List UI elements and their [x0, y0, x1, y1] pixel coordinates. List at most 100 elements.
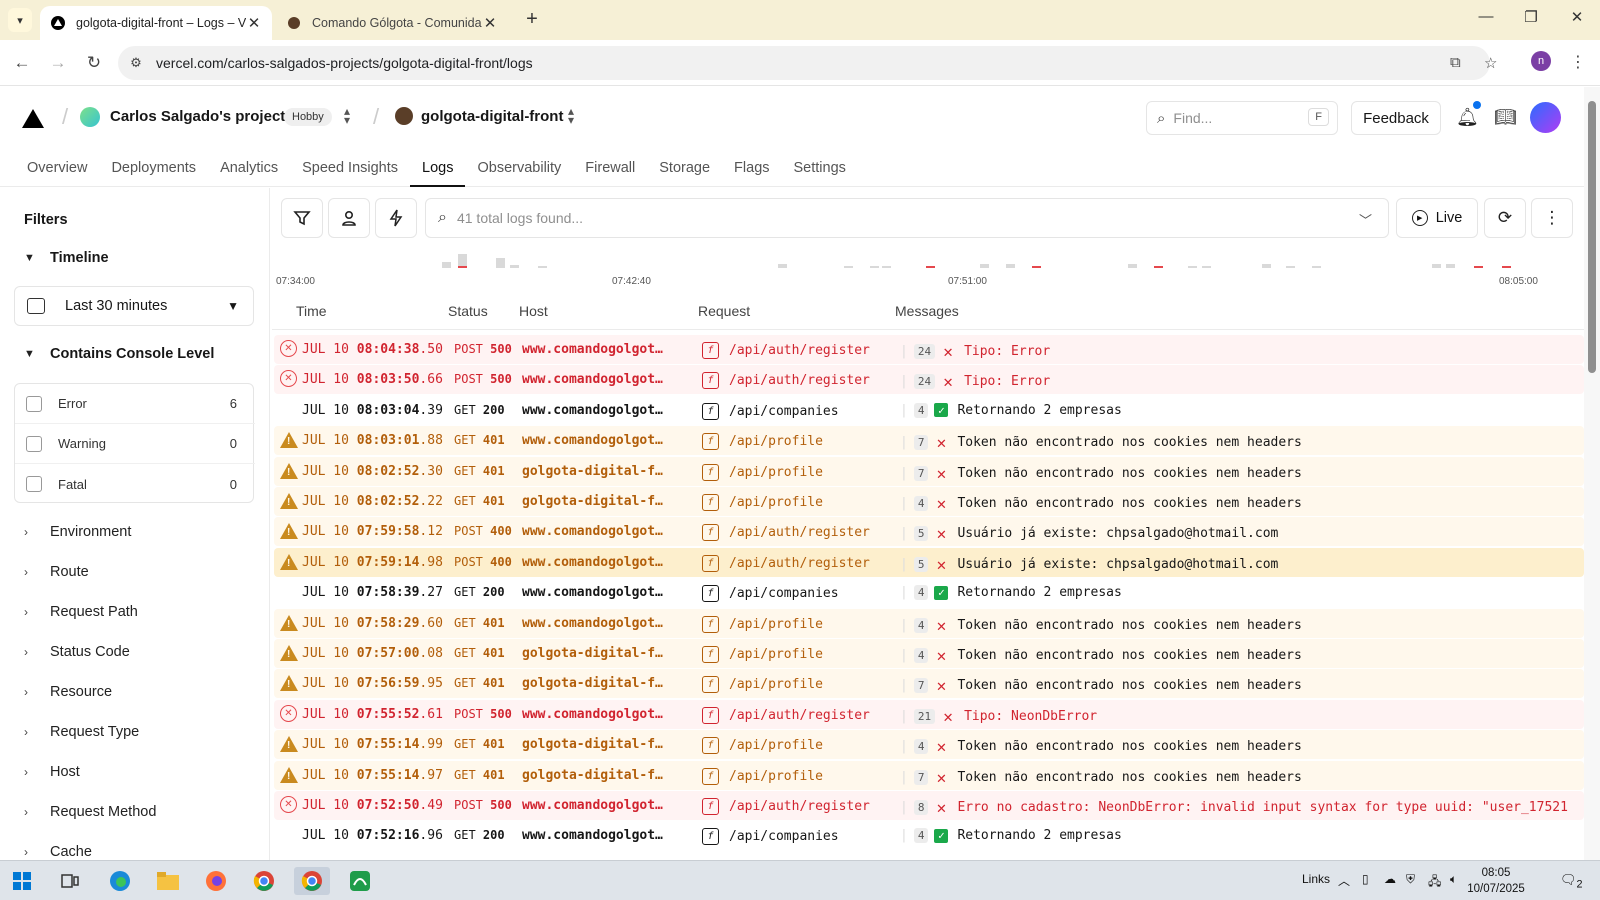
level-warning-option[interactable]: Warning 0 — [15, 424, 255, 464]
histogram-bar[interactable] — [1286, 266, 1295, 268]
user-avatar[interactable] — [1530, 102, 1561, 133]
profile-avatar[interactable]: n — [1531, 51, 1551, 71]
tab-speed-insights[interactable]: Speed Insights — [290, 153, 410, 187]
histogram-bar[interactable] — [1474, 266, 1483, 268]
vercel-logo-icon[interactable] — [22, 109, 44, 128]
reload-icon[interactable]: ↻ — [83, 52, 105, 74]
tab-flags[interactable]: Flags — [722, 153, 781, 187]
tab-analytics[interactable]: Analytics — [208, 153, 290, 187]
new-tab-icon[interactable]: + — [520, 8, 544, 31]
log-row[interactable]: ✕ JUL 10 07:55:52.61 POST 500 www.comandogo… — [274, 699, 1584, 729]
bookmark-star-icon[interactable]: ☆ — [1484, 54, 1497, 72]
filter-environment[interactable]: › Environment — [24, 524, 131, 540]
histogram-bar[interactable] — [1006, 264, 1015, 268]
log-row[interactable]: JUL 10 08:03:04.39 GET 200 www.comandogolg… — [274, 395, 1584, 425]
log-row[interactable]: JUL 10 07:57:00.08 GET 401 golgota-digital… — [274, 639, 1584, 668]
histogram-bar[interactable] — [1032, 266, 1041, 268]
histogram-bar[interactable] — [1312, 266, 1321, 268]
docs-book-icon[interactable]: 📖︎ — [1494, 107, 1517, 128]
histogram-bar[interactable] — [496, 258, 505, 268]
project-name[interactable]: golgota-digital-front — [421, 108, 563, 125]
team-name[interactable]: Carlos Salgado's projects — [110, 108, 294, 125]
notification-center-icon[interactable]: 🗨2 — [1560, 872, 1583, 891]
histogram-bar[interactable] — [1128, 264, 1137, 268]
log-row[interactable]: JUL 10 07:52:16.96 GET 200 www.comandogolg… — [274, 821, 1584, 851]
refresh-button[interactable]: ⟳ — [1484, 198, 1526, 238]
links-toolbar[interactable]: Links — [1302, 872, 1330, 886]
chrome-profile-n-icon[interactable] — [294, 867, 330, 895]
histogram-bar[interactable] — [1432, 264, 1441, 268]
histogram-bar[interactable] — [1202, 266, 1211, 268]
logs-timeline-histogram[interactable] — [282, 246, 1572, 286]
chevron-down-icon[interactable]: ﹀ — [1359, 210, 1372, 229]
log-row[interactable]: JUL 10 07:59:14.98 POST 400 www.comandogol… — [274, 547, 1584, 577]
tab-overview[interactable]: Overview — [15, 153, 99, 187]
histogram-bar[interactable] — [778, 264, 787, 268]
log-row[interactable]: JUL 10 08:03:01.88 GET 401 www.comandogolg… — [274, 426, 1584, 456]
timeline-select[interactable]: Last 30 minutes ▼ — [14, 286, 254, 326]
filter-host[interactable]: › Host — [24, 764, 80, 780]
find-input[interactable]: ⌕ Find... F — [1146, 101, 1338, 135]
checkbox[interactable] — [26, 435, 42, 452]
site-info-icon[interactable]: ⚙ — [126, 55, 146, 71]
show-hidden-icons-icon[interactable]: ︿ — [1338, 872, 1350, 889]
filter-route[interactable]: › Route — [24, 564, 89, 580]
log-row[interactable]: ✕ JUL 10 08:03:50.66 POST 500 www.comandogo… — [274, 365, 1584, 395]
tab-deployments[interactable]: Deployments — [99, 153, 208, 187]
histogram-bar[interactable] — [442, 262, 451, 268]
app-green-icon[interactable] — [342, 867, 378, 895]
checkbox[interactable] — [26, 476, 42, 492]
filter-request-method[interactable]: › Request Method — [24, 804, 156, 820]
log-row[interactable]: ✕ JUL 10 08:04:38.50 POST 500 www.comandogo… — [274, 335, 1584, 364]
histogram-bar[interactable] — [458, 254, 467, 268]
browser-tab-active[interactable]: golgota-digital-front – Logs – V ✕ — [40, 6, 272, 40]
onedrive-icon[interactable]: ☁ — [1384, 872, 1396, 886]
more-options-button[interactable]: ⋮ — [1531, 198, 1573, 238]
scrollbar-thumb[interactable] — [1588, 101, 1596, 373]
task-view-icon[interactable] — [52, 867, 88, 895]
level-fatal-option[interactable]: Fatal 0 — [15, 464, 255, 504]
address-bar[interactable]: ⚙ vercel.com/carlos-salgados-projects/go… — [118, 46, 1497, 80]
histogram-bar[interactable] — [882, 266, 891, 268]
histogram-bar[interactable] — [1502, 266, 1511, 268]
tab-search-chevron-icon[interactable]: ▾ — [8, 8, 32, 32]
histogram-bar[interactable] — [926, 266, 935, 268]
log-row[interactable]: JUL 10 07:58:29.60 GET 401 www.comandogolg… — [274, 608, 1584, 638]
tab-settings[interactable]: Settings — [782, 153, 858, 187]
functions-filter-button[interactable] — [375, 198, 417, 238]
level-error-option[interactable]: Error 6 — [15, 384, 255, 424]
restore-icon[interactable]: ❐ — [1516, 8, 1546, 26]
security-icon[interactable]: ⛨ — [1406, 872, 1415, 887]
tab-storage[interactable]: Storage — [647, 153, 722, 187]
system-clock[interactable]: 08:05 10/07/2025 — [1464, 865, 1528, 897]
histogram-bar[interactable] — [510, 265, 519, 268]
tab-firewall[interactable]: Firewall — [573, 153, 647, 187]
col-messages[interactable]: Messages — [895, 303, 959, 319]
team-switcher-icon[interactable]: ▴ ▾ — [341, 105, 353, 126]
timeline-section-toggle[interactable]: ▼ Timeline — [24, 250, 109, 266]
filter-request-path[interactable]: › Request Path — [24, 604, 138, 620]
log-row[interactable]: JUL 10 07:56:59.95 GET 401 golgota-digital… — [274, 669, 1584, 699]
page-scrollbar[interactable] — [1584, 87, 1600, 860]
histogram-bar[interactable] — [1262, 264, 1271, 268]
histogram-bar[interactable] — [980, 264, 989, 268]
browser-menu-icon[interactable]: ⋮ — [1568, 52, 1588, 72]
logs-search-input[interactable]: ⌕ 41 total logs found... ﹀ — [425, 198, 1389, 238]
live-button[interactable]: ▶ Live — [1396, 198, 1478, 238]
histogram-bar[interactable] — [538, 266, 547, 268]
col-time[interactable]: Time — [296, 303, 327, 319]
filter-request-type[interactable]: › Request Type — [24, 724, 139, 740]
log-row[interactable]: JUL 10 07:58:39.27 GET 200 www.comandogolg… — [274, 578, 1584, 608]
feedback-button[interactable]: Feedback — [1351, 101, 1441, 135]
log-row[interactable]: JUL 10 08:02:52.30 GET 401 golgota-digital… — [274, 456, 1584, 486]
log-row[interactable]: JUL 10 07:59:58.12 POST 400 www.comandogol… — [274, 517, 1584, 547]
tab-observability[interactable]: Observability — [465, 153, 573, 187]
close-tab-icon[interactable]: ✕ — [246, 14, 262, 32]
forward-icon[interactable]: → — [47, 52, 69, 74]
notifications-bell-icon[interactable]: 🔔︎ — [1456, 107, 1479, 128]
translate-icon[interactable]: ⧉ — [1450, 54, 1461, 71]
edge-icon[interactable] — [102, 867, 138, 895]
back-icon[interactable]: ← — [11, 52, 33, 74]
histogram-bar[interactable] — [1446, 264, 1455, 268]
histogram-bar[interactable] — [1188, 266, 1197, 268]
